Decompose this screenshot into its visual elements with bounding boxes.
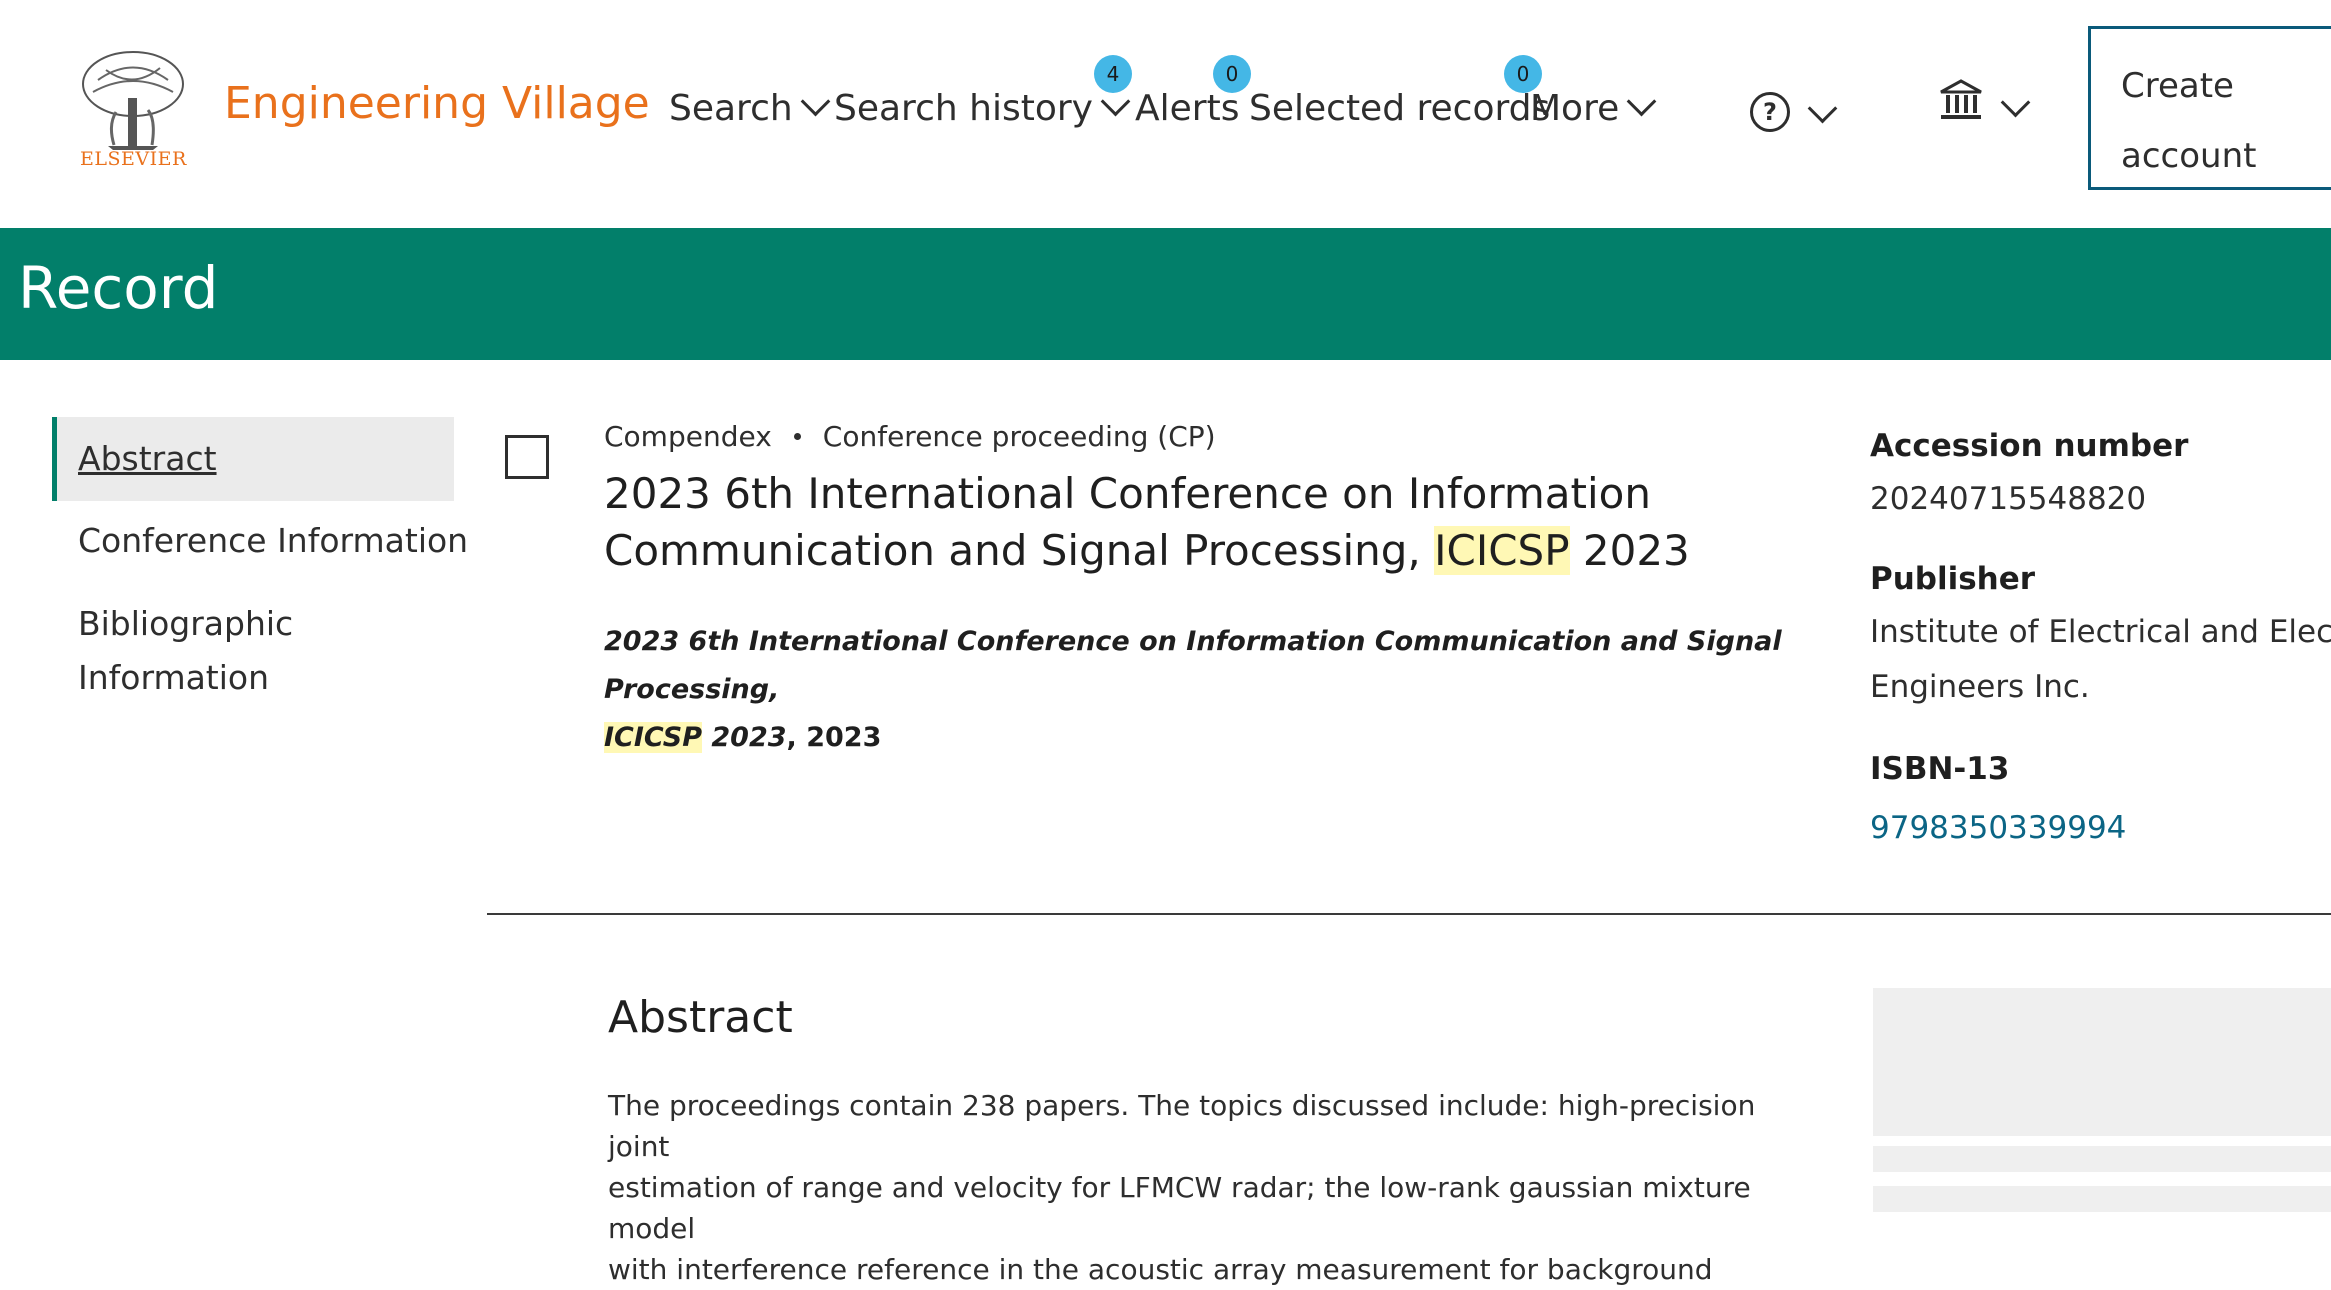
abstract-line: estimation of range and velocity for LFM… bbox=[608, 1171, 1751, 1245]
loading-placeholder bbox=[1873, 1146, 2331, 1172]
create-account-label-line1: Create bbox=[2121, 66, 2234, 106]
create-account-label-line2: account bbox=[2121, 136, 2257, 176]
elsevier-wordmark: ELSEVIER bbox=[80, 148, 187, 170]
nav-more-label: More bbox=[1530, 88, 1620, 129]
source-year: , 2023 bbox=[786, 722, 882, 753]
alerts-count-badge: 0 bbox=[1213, 55, 1251, 93]
sidebar-item-label: Information bbox=[78, 658, 270, 697]
nav-more[interactable]: More bbox=[1530, 86, 1657, 129]
chevron-down-icon bbox=[800, 86, 831, 117]
abstract-line: The proceedings contain 238 papers. The … bbox=[608, 1089, 1756, 1163]
abstract-line: with interference reference in the acous… bbox=[608, 1253, 1713, 1286]
record-title: 2023 6th International Conference on Inf… bbox=[604, 465, 1734, 579]
search-history-count-badge: 4 bbox=[1094, 55, 1132, 93]
search-term-highlight: ICICSP bbox=[604, 722, 702, 753]
publisher-label: Publisher bbox=[1870, 561, 2036, 597]
record-title-line2: Communication and Signal Processing, ICI… bbox=[604, 522, 1734, 579]
publisher-value-line1: Institute of Electrical and Elec bbox=[1870, 614, 2331, 650]
isbn-label: ISBN-13 bbox=[1870, 751, 2010, 787]
create-account-button[interactable]: Create account bbox=[2088, 26, 2331, 190]
sidebar-item-conference-information[interactable]: Conference Information bbox=[78, 514, 468, 568]
nav-search-label: Search bbox=[669, 88, 793, 129]
nav-search[interactable]: Search bbox=[669, 86, 831, 129]
loading-placeholder bbox=[1873, 988, 2331, 1136]
source-line1: 2023 6th International Conference on Inf… bbox=[604, 626, 1782, 705]
nav-alerts-label: Alerts bbox=[1135, 88, 1240, 129]
source-title-end: 2023 bbox=[702, 722, 787, 753]
chevron-down-icon bbox=[1626, 86, 1657, 117]
record-title-line1: 2023 6th International Conference on Inf… bbox=[604, 469, 1651, 518]
abstract-text: The proceedings contain 238 papers. The … bbox=[608, 1085, 1808, 1290]
title-text: 2023 bbox=[1569, 526, 1690, 575]
search-term-highlight: ICICSP bbox=[1434, 526, 1570, 575]
sidebar-item-label: Bibliographic bbox=[78, 604, 294, 643]
record-banner bbox=[0, 228, 2331, 360]
nav-search-history[interactable]: Search history bbox=[834, 86, 1131, 129]
section-divider bbox=[487, 913, 2331, 915]
nav-selected-records-label: Selected records bbox=[1249, 88, 1551, 129]
top-header: ELSEVIER Engineering Village Search Sear… bbox=[0, 0, 2331, 228]
loading-placeholder bbox=[1873, 1186, 2331, 1212]
help-icon[interactable]: ? bbox=[1750, 92, 1790, 132]
brand-name[interactable]: Engineering Village bbox=[224, 78, 650, 129]
help-chevron-down-icon[interactable] bbox=[1807, 93, 1838, 124]
isbn-link[interactable]: 9798350339994 bbox=[1870, 810, 2126, 846]
title-text: Communication and Signal Processing, bbox=[604, 526, 1435, 575]
accession-number-value: 20240715548820 bbox=[1870, 481, 2147, 517]
source-line2: ICICSP 2023, 2023 bbox=[604, 714, 1804, 762]
sidebar-item-bibliographic-information[interactable]: Bibliographic Information bbox=[78, 597, 293, 705]
accession-number-label: Accession number bbox=[1870, 428, 2189, 464]
institution-icon[interactable] bbox=[1938, 78, 1984, 122]
institution-chevron-down-icon[interactable] bbox=[2000, 87, 2031, 118]
publisher-value-line2: Engineers Inc. bbox=[1870, 669, 2090, 705]
record-meta: Compendex Conference proceeding (CP) bbox=[604, 420, 1216, 453]
page-title: Record bbox=[18, 254, 219, 322]
nav-selected-records[interactable]: Selected records bbox=[1249, 88, 1550, 129]
nav-search-history-label: Search history bbox=[834, 88, 1093, 129]
abstract-heading: Abstract bbox=[608, 992, 793, 1043]
separator-dot bbox=[793, 433, 801, 440]
select-record-checkbox[interactable] bbox=[505, 435, 549, 479]
nav-alerts[interactable]: Alerts bbox=[1135, 88, 1239, 129]
record-source: 2023 6th International Conference on Inf… bbox=[604, 618, 1804, 762]
sidebar-item-abstract[interactable]: Abstract bbox=[78, 432, 217, 486]
database-label: Compendex bbox=[604, 420, 772, 453]
document-type: Conference proceeding (CP) bbox=[822, 420, 1216, 453]
